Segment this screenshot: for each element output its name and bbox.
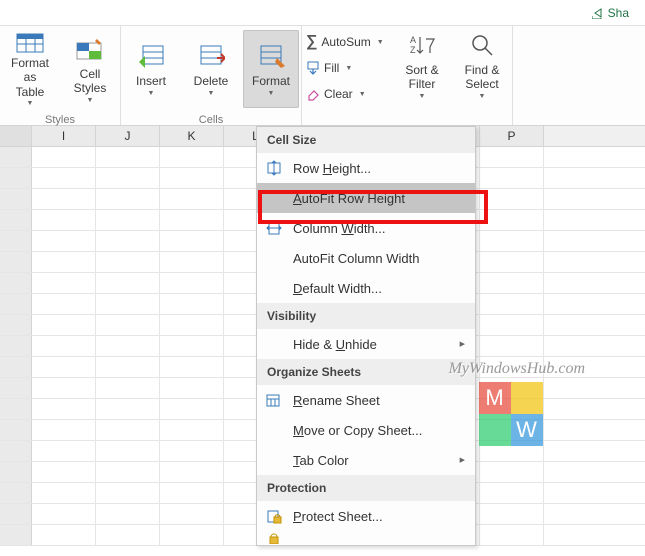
svg-text:Z: Z — [410, 45, 416, 55]
row-header[interactable] — [0, 336, 32, 356]
chevron-down-icon: ▼ — [148, 90, 155, 98]
share-button[interactable]: Sha — [586, 4, 635, 22]
format-as-table-button[interactable]: Format as Table ▼ — [2, 30, 58, 108]
row-header[interactable] — [0, 441, 32, 461]
row-header[interactable] — [0, 315, 32, 335]
row-header[interactable] — [0, 294, 32, 314]
row-header[interactable] — [0, 420, 32, 440]
sigma-icon: ∑ — [306, 33, 317, 51]
row-header[interactable] — [0, 483, 32, 503]
submenu-caret-icon: ▶ — [460, 456, 465, 464]
menu-item-tab-color[interactable]: Tab Color ▶ — [257, 445, 475, 475]
chevron-down-icon: ▼ — [479, 93, 486, 101]
format-dropdown-menu: Cell Size Row Height... AutoFit Row Heig… — [256, 126, 476, 546]
fill-down-icon — [306, 61, 320, 75]
share-icon — [592, 7, 604, 19]
menu-item-label: Default Width... — [293, 281, 382, 296]
format-as-table-icon — [16, 30, 44, 54]
column-header[interactable]: I — [32, 126, 96, 146]
menu-item-rename-sheet[interactable]: Rename Sheet — [257, 385, 475, 415]
menu-item-label: Move or Copy Sheet... — [293, 423, 422, 438]
column-width-icon — [265, 220, 283, 236]
svg-text:A: A — [410, 35, 416, 45]
sort-filter-icon: AZ — [408, 29, 436, 61]
chevron-down-icon: ▼ — [377, 39, 384, 46]
chevron-down-icon: ▼ — [27, 100, 34, 108]
menu-item-hide-unhide[interactable]: Hide & Unhide ▶ — [257, 329, 475, 359]
row-header[interactable] — [0, 168, 32, 188]
chevron-down-icon: ▼ — [208, 90, 215, 98]
chevron-down-icon: ▼ — [87, 97, 94, 105]
column-header[interactable]: K — [160, 126, 224, 146]
search-icon — [470, 29, 494, 61]
row-header[interactable] — [0, 462, 32, 482]
menu-item-autofit-row-height[interactable]: AutoFit Row Height — [257, 183, 475, 213]
row-header[interactable] — [0, 189, 32, 209]
delete-cells-icon — [197, 40, 225, 72]
fill-button[interactable]: Fill ▼ — [306, 58, 388, 78]
row-height-icon — [265, 160, 283, 176]
chevron-down-icon: ▼ — [419, 93, 426, 101]
menu-item-row-height[interactable]: Row Height... — [257, 153, 475, 183]
menu-section-cell-size: Cell Size — [257, 127, 475, 153]
cell-styles-button[interactable]: Cell Styles ▼ — [62, 30, 118, 108]
eraser-icon — [306, 87, 320, 101]
chevron-down-icon: ▼ — [345, 65, 352, 72]
row-header[interactable] — [0, 378, 32, 398]
find-select-button[interactable]: Find & Select ▼ — [454, 26, 510, 104]
sort-filter-button[interactable]: AZ Sort & Filter ▼ — [394, 26, 450, 104]
menu-item-truncated[interactable] — [257, 531, 475, 545]
menu-item-label: AutoFit Row Height — [293, 191, 405, 206]
delete-button[interactable]: Delete ▼ — [183, 30, 239, 108]
menu-item-default-width[interactable]: Default Width... — [257, 273, 475, 303]
rename-sheet-icon — [265, 392, 283, 408]
row-header[interactable] — [0, 399, 32, 419]
menu-item-label: Protect Sheet... — [293, 509, 383, 524]
submenu-caret-icon: ▶ — [460, 340, 465, 348]
menu-item-column-width[interactable]: Column Width... — [257, 213, 475, 243]
insert-button[interactable]: Insert ▼ — [123, 30, 179, 108]
insert-cells-icon — [137, 40, 165, 72]
chevron-down-icon: ▼ — [268, 90, 275, 98]
column-header[interactable]: J — [96, 126, 160, 146]
row-header[interactable] — [0, 252, 32, 272]
row-header[interactable] — [0, 525, 32, 545]
chevron-down-icon: ▼ — [359, 91, 366, 98]
menu-item-label: Rename Sheet — [293, 393, 380, 408]
select-all-corner[interactable] — [0, 126, 32, 146]
menu-section-organize-sheets: Organize Sheets — [257, 359, 475, 385]
row-header[interactable] — [0, 231, 32, 251]
menu-section-visibility: Visibility — [257, 303, 475, 329]
cell-styles-icon — [75, 33, 105, 65]
menu-item-autofit-column-width[interactable]: AutoFit Column Width — [257, 243, 475, 273]
format-button[interactable]: Format ▼ — [243, 30, 299, 108]
autosum-button[interactable]: ∑ AutoSum ▼ — [306, 32, 388, 52]
menu-item-label: AutoFit Column Width — [293, 251, 419, 266]
column-header[interactable]: P — [480, 126, 544, 146]
menu-item-protect-sheet[interactable]: Protect Sheet... — [257, 501, 475, 531]
menu-item-label: Hide & Unhide — [293, 337, 377, 352]
menu-item-label: Tab Color — [293, 453, 349, 468]
row-header[interactable] — [0, 273, 32, 293]
row-header[interactable] — [0, 357, 32, 377]
row-header[interactable] — [0, 147, 32, 167]
menu-section-protection: Protection — [257, 475, 475, 501]
row-header[interactable] — [0, 210, 32, 230]
menu-item-label: Row Height... — [293, 161, 371, 176]
protect-sheet-icon — [265, 508, 283, 524]
menu-item-label: Column Width... — [293, 221, 386, 236]
ribbon: Format as Table ▼ Cell Styles ▼ Styles I… — [0, 26, 645, 126]
lock-icon — [265, 532, 283, 544]
clear-button[interactable]: Clear ▼ — [306, 84, 388, 104]
share-label: Sha — [608, 6, 629, 20]
menu-item-move-or-copy-sheet[interactable]: Move or Copy Sheet... — [257, 415, 475, 445]
row-header[interactable] — [0, 504, 32, 524]
format-cells-icon — [257, 40, 285, 72]
